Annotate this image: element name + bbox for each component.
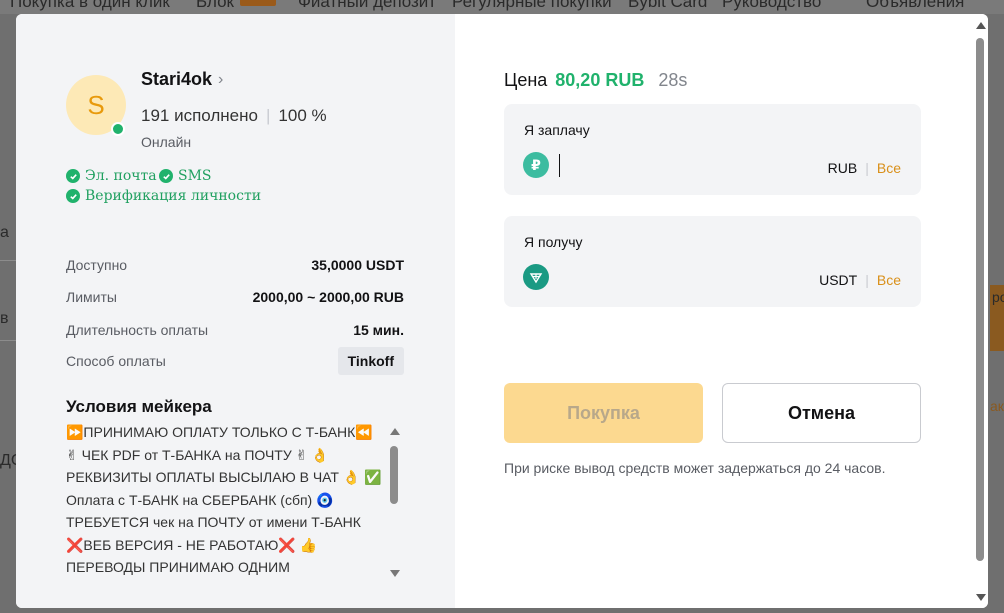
scroll-down-arrow-icon[interactable] (390, 570, 400, 577)
bg-nav-item: Покупка в один клик (10, 0, 170, 11)
bg-nav-item: Bybit Card (628, 0, 708, 11)
price-refresh-timer: 28s (658, 70, 688, 90)
usdt-coin-icon (523, 264, 549, 290)
scroll-thumb[interactable] (976, 38, 984, 561)
payment-method-tag: Tinkoff (337, 347, 404, 375)
rub-coin-icon: ₽ (523, 152, 549, 178)
verification-label: Эл. почта (85, 168, 157, 184)
buy-order-modal: S Stari4ok › 191 исполнено | 100 % Онлай… (16, 14, 988, 608)
bg-fragment: ро (992, 289, 1004, 305)
receive-amount-field[interactable]: Я получу USDT | Все (504, 216, 921, 307)
seller-name: Stari4ok (141, 69, 213, 89)
receive-currency: USDT (819, 272, 858, 288)
bg-divider (0, 260, 16, 261)
available-value: 35,0000 USDT (311, 257, 404, 273)
receive-currency-group: USDT | Все (819, 272, 901, 288)
bg-nav-item: Фиатный депозит (298, 0, 437, 11)
available-row: Доступно 35,0000 USDT (66, 257, 404, 273)
available-label: Доступно (66, 257, 128, 273)
scroll-down-arrow-icon[interactable] (976, 594, 986, 601)
chevron-right-icon: › (218, 70, 224, 88)
payment-method-label: Способ оплаты (66, 353, 166, 369)
duration-value: 15 мин. (353, 322, 404, 338)
online-status-dot (111, 122, 125, 136)
seller-name-link[interactable]: Stari4ok › (141, 69, 223, 90)
check-circle-icon (159, 169, 173, 183)
verification-label: Верификация личности (85, 188, 262, 204)
buy-button[interactable]: Покупка (504, 383, 703, 443)
pay-currency: RUB (827, 160, 858, 176)
price-row: Цена 80,20 RUB 28s (504, 70, 687, 91)
bg-orange-block: ро (990, 285, 1004, 351)
bg-fragment: а (0, 224, 9, 241)
terms-title: Условия мейкера (66, 397, 212, 416)
divider: | (265, 106, 271, 125)
check-circle-icon (66, 189, 80, 203)
receive-label: Я получу (524, 234, 583, 250)
online-status-text: Онлайн (141, 134, 192, 150)
bg-divider (0, 340, 16, 341)
bg-nav-item: Объявления (866, 0, 965, 11)
scroll-up-arrow-icon[interactable] (390, 428, 400, 435)
verification-identity: Верификация личности (66, 188, 261, 204)
divider: | (865, 160, 869, 176)
pay-label: Я заплачу (524, 122, 590, 138)
price-label: Цена (504, 70, 548, 90)
bg-fragment: в (0, 310, 9, 327)
bg-nav-item: Блок (196, 0, 234, 11)
modal-scrollbar[interactable] (972, 14, 988, 608)
pay-amount-field[interactable]: Я заплачу ₽ RUB | Все (504, 104, 921, 195)
duration-label: Длительность оплаты (66, 322, 209, 338)
trade-panel: Цена 80,20 RUB 28s Я заплачу ₽ RUB | Все… (455, 14, 988, 608)
seller-panel: S Stari4ok › 191 исполнено | 100 % Онлай… (16, 14, 455, 608)
cancel-button[interactable]: Отмена (722, 383, 921, 443)
verification-email: Эл. почта (66, 168, 157, 184)
completion-rate: 100 % (278, 106, 327, 125)
price-value: 80,20 RUB (555, 70, 645, 90)
duration-row: Длительность оплаты 15 мин. (66, 322, 404, 338)
bg-nav-item: Руководство (722, 0, 822, 11)
bg-nav-item: Регулярные покупки (452, 0, 612, 11)
limits-value: 2000,00 ~ 2000,00 RUB (252, 289, 404, 305)
bg-badge (240, 0, 276, 6)
seller-stats: 191 исполнено | 100 % (141, 106, 327, 126)
terms-scrollbar[interactable] (388, 424, 400, 582)
risk-note: При риске вывод средств может задержатьс… (504, 460, 886, 476)
scroll-thumb[interactable] (390, 446, 398, 504)
limits-row: Лимиты 2000,00 ~ 2000,00 RUB (66, 289, 404, 305)
receive-all-button[interactable]: Все (877, 272, 901, 288)
payment-method-row: Способ оплаты Tinkoff (66, 347, 404, 375)
verification-label: SMS (178, 168, 212, 184)
limits-label: Лимиты (66, 289, 117, 305)
verification-sms: SMS (159, 168, 212, 184)
pay-all-button[interactable]: Все (877, 160, 901, 176)
pay-currency-group: RUB | Все (828, 160, 901, 176)
orders-completed: 191 исполнено (141, 106, 258, 125)
scroll-up-arrow-icon[interactable] (976, 22, 986, 29)
check-circle-icon (66, 169, 80, 183)
text-cursor (559, 154, 560, 177)
bg-fragment: ак (990, 398, 1004, 414)
background-nav: Покупка в один клик Блок Фиатный депозит… (0, 0, 1004, 14)
terms-text: ⏩ПРИНИМАЮ ОПЛАТУ ТОЛЬКО С Т-БАНК⏪ ✌ ЧЕК … (66, 424, 386, 575)
divider: | (865, 272, 869, 288)
